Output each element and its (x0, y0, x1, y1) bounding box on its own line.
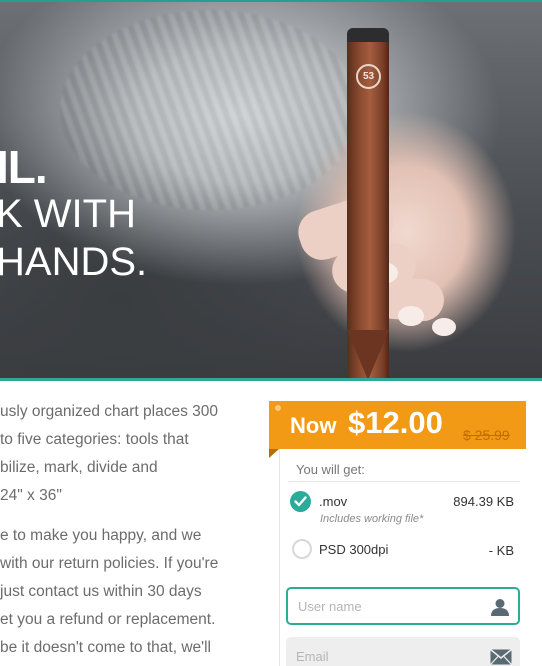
panel-divider (288, 481, 520, 482)
email-field[interactable] (286, 637, 520, 666)
hero-fingernail (398, 306, 424, 326)
user-icon (491, 599, 509, 616)
option-psd-name[interactable]: PSD 300dpi (319, 542, 388, 557)
description-line: et you a refund or replacement. (0, 611, 216, 628)
description-line: 24" x 36" (0, 487, 62, 504)
pencil-cap (347, 28, 389, 42)
description-paragraph: usly organized chart places 300 to five … (0, 398, 255, 510)
now-label: Now (290, 413, 337, 438)
option-mov-check[interactable] (290, 491, 311, 512)
username-field[interactable] (286, 587, 520, 625)
email-input[interactable] (296, 637, 476, 666)
username-input[interactable] (298, 589, 478, 623)
hero-headline-line2: K WITH (0, 192, 136, 236)
price-banner-dot (275, 405, 281, 411)
option-psd-size: - KB (488, 543, 514, 558)
pencil-tip (347, 330, 389, 378)
description-line: to five categories: tools that (0, 431, 189, 448)
old-price: $ 25.99 (463, 427, 510, 443)
description-line: e to make you happy, and we (0, 527, 202, 544)
option-mov-subtitle: Includes working file* (320, 513, 424, 525)
pencil-53-logo: 53 (356, 64, 381, 89)
you-will-get-label: You will get: (296, 462, 365, 477)
hero-bottom-border (0, 378, 542, 381)
product-description: usly organized chart places 300 to five … (0, 398, 255, 662)
current-price: $12.00 (348, 405, 443, 440)
check-icon (294, 496, 307, 507)
hero-fingernail (432, 318, 456, 336)
option-mov-size: 894.39 KB (453, 494, 514, 509)
hero-headline-line1: IL. (0, 141, 48, 193)
hero-headline-line3: HANDS. (0, 240, 148, 284)
description-paragraph: e to make you happy, and we with our ret… (0, 522, 255, 662)
description-line: with our return policies. If you're (0, 555, 219, 572)
hero-top-border (0, 0, 542, 2)
hero-banner: 53 IL. K WITH HANDS. (0, 0, 542, 378)
envelope-icon (490, 649, 512, 665)
description-line: bilize, mark, divide and (0, 459, 158, 476)
option-mov-name[interactable]: .mov (319, 494, 347, 509)
price-banner-fold (269, 449, 279, 458)
option-psd-radio[interactable] (292, 539, 312, 559)
description-line: usly organized chart places 300 (0, 403, 218, 420)
description-line: just contact us within 30 days (0, 583, 202, 600)
description-line: be it doesn't come to that, we'll (0, 639, 211, 656)
